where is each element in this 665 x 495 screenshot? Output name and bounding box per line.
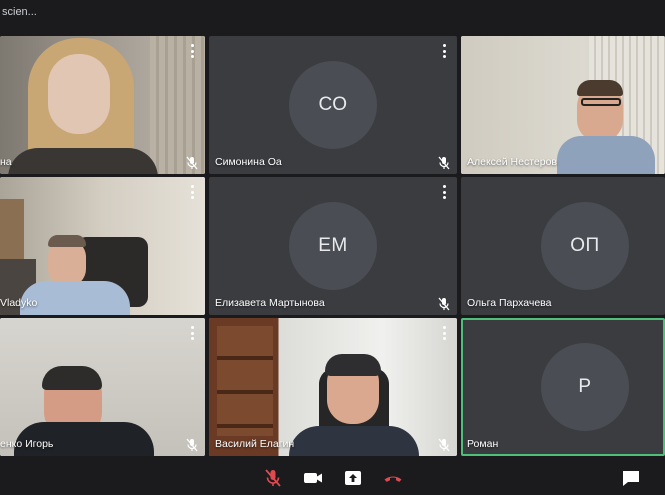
participant-tile[interactable]: Алексей Нестеров [461, 36, 665, 174]
chat-icon[interactable] [620, 467, 642, 489]
person-body [289, 426, 419, 456]
avatar: Р [541, 343, 629, 431]
mic-off-icon [186, 438, 198, 452]
more-options-icon[interactable] [443, 185, 447, 199]
glasses [581, 98, 621, 106]
mic-off-icon[interactable] [262, 467, 284, 489]
more-options-icon[interactable] [443, 44, 447, 58]
avatar: ЕМ [289, 202, 377, 290]
camera-icon[interactable] [302, 467, 324, 489]
call-controls-bar [0, 461, 665, 495]
participant-name: Роман [467, 438, 499, 450]
more-options-icon[interactable] [443, 326, 447, 340]
meeting-title: scien... [2, 6, 37, 18]
mic-off-icon [186, 156, 198, 170]
participant-name: Василий Елагин [215, 438, 295, 450]
top-bar: scien... [0, 0, 665, 30]
mic-off-icon [438, 438, 450, 452]
headset [42, 366, 102, 390]
participant-name: Симонина Оа [215, 156, 282, 168]
participant-name: Елизавета Мартынова [215, 297, 325, 309]
more-options-icon[interactable] [191, 185, 195, 199]
more-options-icon[interactable] [191, 326, 195, 340]
person-hair [577, 80, 623, 96]
person-body [557, 136, 655, 174]
person-body [8, 148, 158, 174]
window-blinds [150, 36, 205, 174]
avatar: ОП [541, 202, 629, 290]
participant-tile[interactable]: Василий Елагин [209, 318, 457, 456]
share-screen-icon[interactable] [342, 467, 364, 489]
participant-tile[interactable]: Vladyko [0, 177, 205, 315]
participant-name: Vladyko [0, 297, 38, 309]
mic-off-icon [438, 297, 450, 311]
hang-up-icon[interactable] [382, 467, 404, 489]
avatar: СО [289, 61, 377, 149]
participant-tile[interactable]: на [0, 36, 205, 174]
more-options-icon[interactable] [191, 44, 195, 58]
participant-tile-active-speaker[interactable]: Р Роман [461, 318, 665, 456]
participant-name: енко Игорь [0, 438, 54, 450]
mic-off-icon [438, 156, 450, 170]
person-hair [48, 235, 86, 247]
bookshelf [217, 326, 273, 436]
participant-name: на [0, 156, 12, 168]
participant-tile[interactable]: ЕМ Елизавета Мартынова [209, 177, 457, 315]
participant-name: Алексей Нестеров [467, 156, 558, 168]
person-hair [325, 354, 381, 376]
participant-tile[interactable]: ОП Ольга Пархачева [461, 177, 665, 315]
participant-tile[interactable]: енко Игорь [0, 318, 205, 456]
participant-name: Ольга Пархачева [467, 297, 552, 309]
person-face [48, 54, 110, 134]
participant-tile[interactable]: СО Симонина Оа [209, 36, 457, 174]
